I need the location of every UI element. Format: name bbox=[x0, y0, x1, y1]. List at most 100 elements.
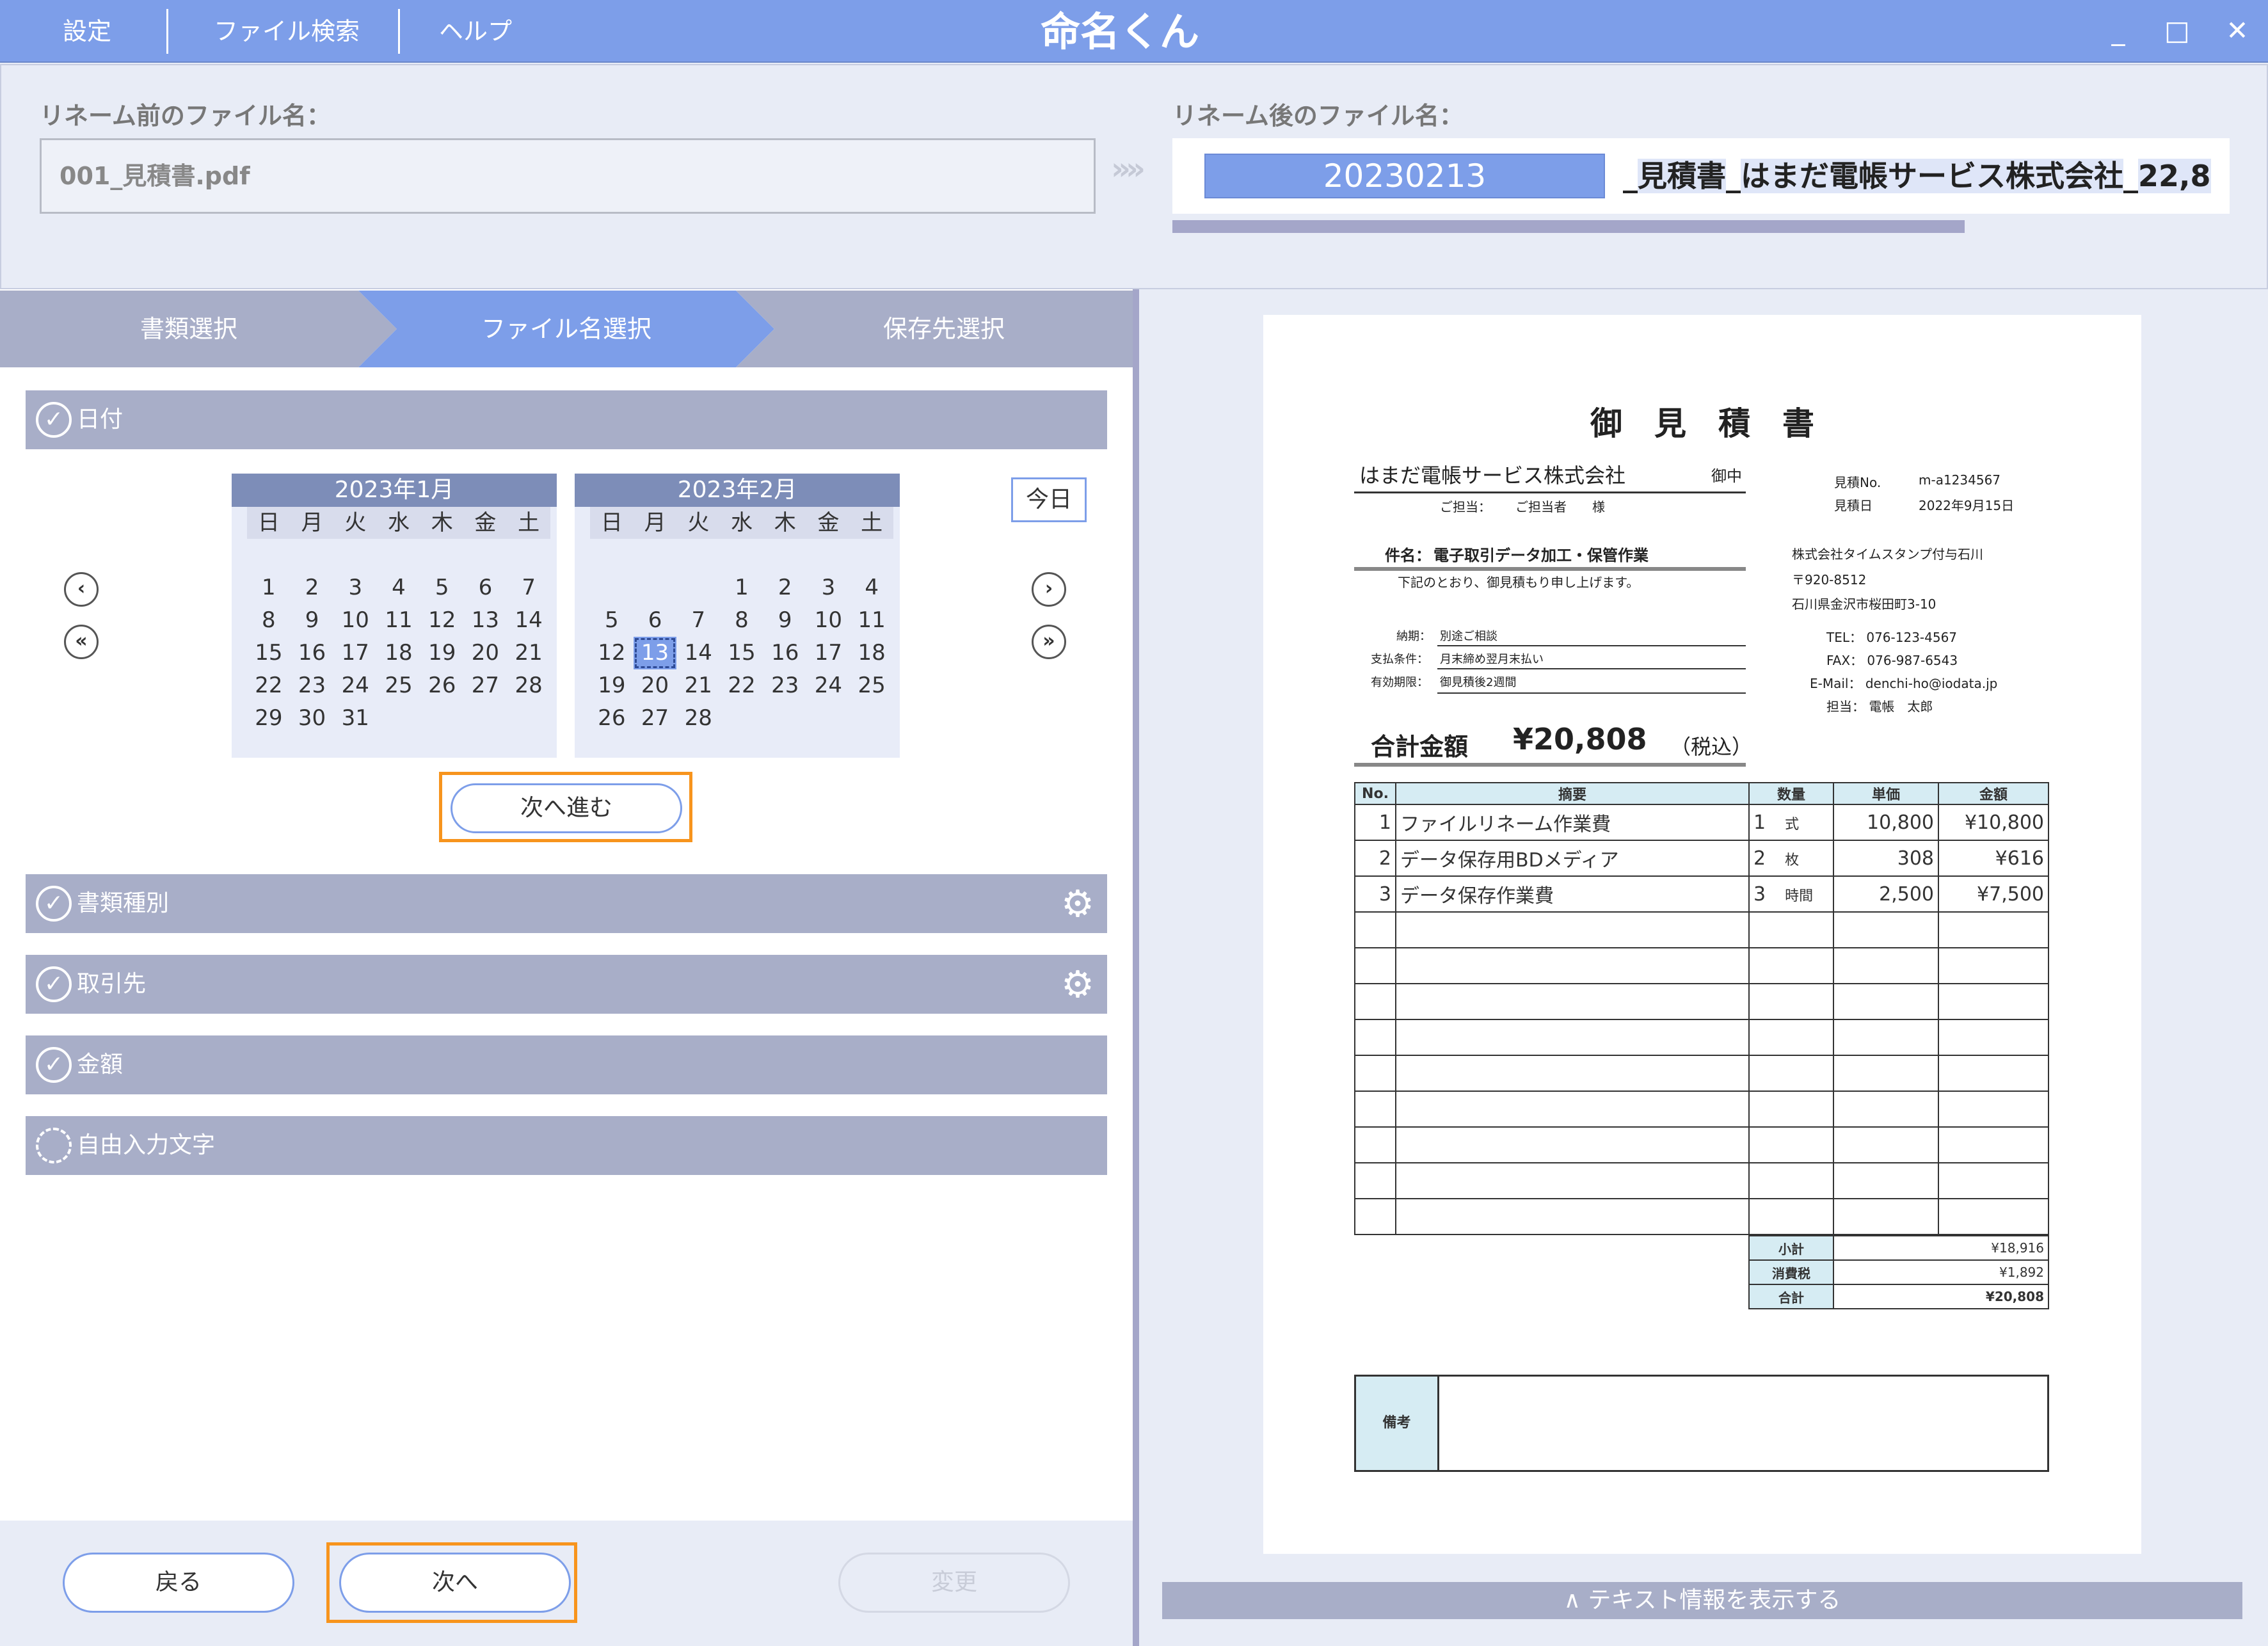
calendar-day[interactable]: 31 bbox=[333, 702, 377, 735]
calendar-day[interactable]: 30 bbox=[291, 702, 334, 735]
calendar-day[interactable]: 10 bbox=[333, 604, 377, 637]
section-date[interactable]: ✓ 日付 bbox=[26, 390, 1107, 449]
calendar-day[interactable]: 15 bbox=[247, 637, 291, 669]
prev-year-icon[interactable]: « bbox=[64, 625, 99, 659]
section-free-text[interactable]: 自由入力文字 bbox=[26, 1116, 1107, 1175]
calendar-day[interactable]: 26 bbox=[590, 702, 634, 735]
table-header: 数量 bbox=[1748, 782, 1834, 805]
calendar-day[interactable]: 4 bbox=[377, 571, 420, 604]
calendar-day[interactable]: 21 bbox=[676, 669, 720, 702]
calendar-day[interactable]: 11 bbox=[850, 604, 893, 637]
calendar-day[interactable]: 7 bbox=[507, 571, 550, 604]
calendar-day[interactable]: 10 bbox=[807, 604, 850, 637]
calendar-day[interactable]: 12 bbox=[420, 604, 464, 637]
calendar-day[interactable]: 1 bbox=[720, 571, 763, 604]
calendar-day[interactable]: 7 bbox=[676, 604, 720, 637]
calendar-day[interactable]: 21 bbox=[507, 637, 550, 669]
step-filename-select[interactable]: ファイル名選択 bbox=[378, 291, 755, 367]
calendar-day[interactable]: 22 bbox=[720, 669, 763, 702]
calendar-day[interactable]: 14 bbox=[507, 604, 550, 637]
calendar-day[interactable]: 22 bbox=[247, 669, 291, 702]
filename-doc-type-part[interactable]: 見積書 bbox=[1638, 159, 1726, 193]
calendar-day[interactable]: 23 bbox=[291, 669, 334, 702]
calendar-day[interactable]: 29 bbox=[247, 702, 291, 735]
totals-table: 小計 ¥18,916 消費税 ¥1,892 合計 ¥20,808 bbox=[1748, 1235, 2049, 1309]
filename-partner-part[interactable]: はまだ電帳サービス株式会社 bbox=[1741, 159, 2123, 193]
table-cell bbox=[1833, 1091, 1939, 1128]
doc-fax: FAX： 076-987-6543 bbox=[1826, 653, 1958, 668]
calendar-day[interactable]: 20 bbox=[634, 669, 677, 702]
calendar-day[interactable]: 23 bbox=[763, 669, 807, 702]
calendar-day[interactable]: 14 bbox=[676, 637, 720, 669]
calendar-day[interactable]: 6 bbox=[634, 604, 677, 637]
tax-value: ¥1,892 bbox=[1833, 1259, 2049, 1285]
panel-divider[interactable] bbox=[1133, 289, 1139, 1646]
table-cell bbox=[1395, 1055, 1750, 1092]
section-doc-type[interactable]: ✓ 書類種別 ⚙ bbox=[26, 874, 1107, 933]
close-button[interactable]: ✕ bbox=[2218, 12, 2256, 50]
gear-icon[interactable]: ⚙ bbox=[1057, 883, 1098, 924]
filename-date-part[interactable]: 20230213 bbox=[1204, 154, 1605, 198]
section-amount[interactable]: ✓ 金額 bbox=[26, 1035, 1107, 1094]
menu-settings[interactable]: 設定 bbox=[63, 0, 111, 63]
minimize-button[interactable]: _ bbox=[2099, 12, 2137, 50]
filename-scrollbar[interactable] bbox=[1172, 220, 1965, 233]
filename-amount-part[interactable]: 22,8 bbox=[2138, 159, 2211, 193]
calendar-day[interactable]: 2 bbox=[291, 571, 334, 604]
menu-help[interactable]: ヘルプ bbox=[439, 0, 512, 63]
calendar-day[interactable]: 18 bbox=[377, 637, 420, 669]
calendar-day[interactable]: 28 bbox=[676, 702, 720, 735]
calendar-day[interactable]: 2 bbox=[763, 571, 807, 604]
next-step-button[interactable]: 次へ進む bbox=[451, 783, 682, 833]
calendar-day[interactable]: 3 bbox=[807, 571, 850, 604]
maximize-button[interactable]: □ bbox=[2158, 12, 2196, 50]
show-text-info-bar[interactable]: ∧ テキスト情報を表示する bbox=[1162, 1582, 2242, 1619]
calendar-day[interactable]: 16 bbox=[291, 637, 334, 669]
calendar-day[interactable]: 25 bbox=[850, 669, 893, 702]
calendar-day[interactable]: 26 bbox=[420, 669, 464, 702]
next-year-icon[interactable]: » bbox=[1032, 625, 1066, 659]
calendar-day[interactable]: 8 bbox=[247, 604, 291, 637]
calendar-day[interactable]: 11 bbox=[377, 604, 420, 637]
calendar-day[interactable]: 4 bbox=[850, 571, 893, 604]
step-document-select[interactable]: 書類選択 bbox=[0, 291, 378, 367]
calendar-day[interactable]: 15 bbox=[720, 637, 763, 669]
calendar-day[interactable]: 13 bbox=[464, 604, 507, 637]
step-save-location[interactable]: 保存先選択 bbox=[755, 291, 1133, 367]
prev-month-icon[interactable]: ‹ bbox=[64, 572, 99, 607]
calendar-day[interactable]: 12 bbox=[590, 637, 634, 669]
section-partner[interactable]: ✓ 取引先 ⚙ bbox=[26, 955, 1107, 1014]
calendar-day[interactable]: 9 bbox=[291, 604, 334, 637]
calendar-day[interactable]: 1 bbox=[247, 571, 291, 604]
calendar-day[interactable]: 9 bbox=[763, 604, 807, 637]
calendar-day[interactable]: 27 bbox=[464, 669, 507, 702]
calendar-day[interactable]: 20 bbox=[464, 637, 507, 669]
calendar-day[interactable]: 18 bbox=[850, 637, 893, 669]
calendar-day[interactable]: 25 bbox=[377, 669, 420, 702]
calendar-day[interactable]: 24 bbox=[807, 669, 850, 702]
next-button[interactable]: 次へ bbox=[339, 1553, 571, 1613]
calendar-day[interactable]: 6 bbox=[464, 571, 507, 604]
calendar-day[interactable]: 17 bbox=[807, 637, 850, 669]
gear-icon[interactable]: ⚙ bbox=[1057, 964, 1098, 1005]
menu-file-search[interactable]: ファイル検索 bbox=[214, 0, 360, 63]
calendar-day[interactable]: 19 bbox=[590, 669, 634, 702]
back-button[interactable]: 戻る bbox=[63, 1553, 294, 1613]
calendar-day[interactable]: 27 bbox=[634, 702, 677, 735]
calendar-day[interactable]: 24 bbox=[333, 669, 377, 702]
weekday-label: 火 bbox=[333, 507, 378, 539]
calendar-day[interactable]: 5 bbox=[420, 571, 464, 604]
table-row: 合計 ¥20,808 bbox=[1748, 1284, 2049, 1309]
change-button[interactable]: 変更 bbox=[838, 1553, 1070, 1613]
calendar-day[interactable]: 19 bbox=[420, 637, 464, 669]
next-month-icon[interactable]: › bbox=[1032, 572, 1066, 607]
calendar-day[interactable]: 3 bbox=[333, 571, 377, 604]
calendar-day[interactable]: 13 bbox=[633, 637, 677, 669]
calendar-day[interactable]: 8 bbox=[720, 604, 763, 637]
table-cell: ¥10,800 bbox=[1938, 804, 2049, 841]
calendar-day[interactable]: 16 bbox=[763, 637, 807, 669]
calendar-day[interactable]: 17 bbox=[333, 637, 377, 669]
today-button[interactable]: 今日 bbox=[1011, 477, 1087, 522]
calendar-day[interactable]: 5 bbox=[590, 604, 634, 637]
calendar-day[interactable]: 28 bbox=[507, 669, 550, 702]
